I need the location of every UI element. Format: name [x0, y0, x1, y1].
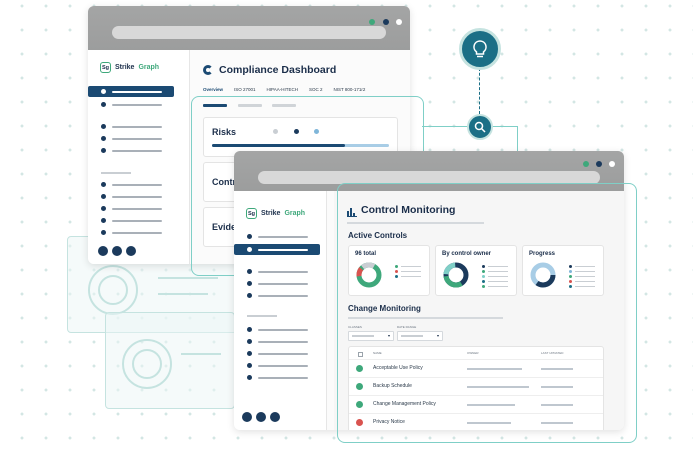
highlight-outline-front [337, 183, 637, 443]
strike-graph-logo: Sg Strike Graph [246, 208, 306, 219]
tab-iso[interactable]: ISO 27001 [234, 87, 256, 92]
sidebar-item[interactable] [101, 194, 162, 199]
sidebar-item[interactable] [247, 363, 308, 368]
sidebar-item[interactable] [247, 281, 308, 286]
sidebar-item[interactable] [101, 182, 162, 187]
window-dot-green[interactable] [369, 19, 375, 25]
sidebar-item[interactable] [247, 269, 308, 274]
sidebar: Sg Strike Graph [234, 191, 327, 430]
sidebar-item[interactable] [247, 293, 308, 298]
tab-overview[interactable]: Overview [203, 87, 223, 92]
tab-hipaa[interactable]: HIPAA-HITECH [267, 87, 298, 92]
sidebar-item[interactable] [247, 327, 308, 332]
sidebar-item[interactable] [101, 136, 162, 141]
address-bar[interactable] [112, 26, 386, 39]
dashboard-icon [203, 65, 213, 75]
ghost-window-2 [105, 312, 235, 409]
sidebar-footer-dot[interactable] [270, 412, 280, 422]
tab-nist[interactable]: NIST 800-171r2 [333, 87, 365, 92]
sidebar-footer-dot[interactable] [112, 246, 122, 256]
connector-dashed-line [479, 68, 480, 114]
lightbulb-icon [459, 28, 501, 70]
sidebar-footer-dot[interactable] [98, 246, 108, 256]
sidebar-footer-dot[interactable] [126, 246, 136, 256]
page-title: Compliance Dashboard [219, 64, 337, 76]
sidebar-item[interactable] [247, 375, 308, 380]
tab-soc2[interactable]: SOC 2 [309, 87, 323, 92]
sidebar-item[interactable] [101, 124, 162, 129]
window-dot-navy[interactable] [383, 19, 389, 25]
sidebar-item-selected[interactable] [234, 244, 320, 255]
sidebar-item[interactable] [101, 230, 162, 235]
sidebar: Sg Strike Graph [88, 50, 190, 264]
sidebar-item[interactable] [101, 218, 162, 223]
sidebar-section-divider [101, 172, 131, 174]
tab-bar: Overview ISO 27001 HIPAA-HITECH SOC 2 NI… [203, 87, 365, 92]
window-dot-white[interactable] [396, 19, 402, 25]
sidebar-footer-dot[interactable] [256, 412, 266, 422]
sidebar-item[interactable] [101, 206, 162, 211]
window-dot-green[interactable] [583, 161, 589, 167]
sidebar-item[interactable] [101, 102, 162, 107]
sidebar-footer-dot[interactable] [242, 412, 252, 422]
sidebar-item[interactable] [247, 351, 308, 356]
window-titlebar [88, 6, 410, 50]
sidebar-item-selected[interactable] [88, 86, 174, 97]
window-dot-navy[interactable] [596, 161, 602, 167]
sidebar-item[interactable] [247, 339, 308, 344]
sidebar-item[interactable] [101, 148, 162, 153]
sidebar-item[interactable] [247, 234, 308, 239]
window-dot-white[interactable] [609, 161, 615, 167]
search-icon [467, 114, 493, 140]
sidebar-section-divider [247, 315, 277, 317]
strike-graph-logo: Sg Strike Graph [100, 62, 160, 73]
